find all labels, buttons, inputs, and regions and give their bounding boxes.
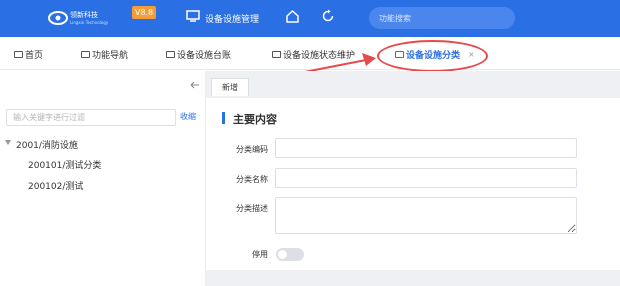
category-name-input[interactable] xyxy=(275,168,577,188)
collapse-button[interactable]: 收缩 xyxy=(180,111,196,122)
tab-equipment-ledger[interactable]: 设备设施台账 xyxy=(166,48,231,61)
section-marker xyxy=(222,112,225,124)
category-tree-panel: 收缩 2001/消防设施 200101/测试分类 200102/测试 xyxy=(0,71,206,286)
caret-down-icon[interactable] xyxy=(5,140,11,145)
function-search-input[interactable] xyxy=(369,7,515,29)
tab-new[interactable]: 新增 xyxy=(211,78,249,96)
name-label: 分类名称 xyxy=(236,175,268,184)
tab-home[interactable]: 首页 xyxy=(14,48,43,61)
home-icon[interactable] xyxy=(285,9,300,24)
disabled-toggle[interactable] xyxy=(276,248,304,261)
code-label: 分类编码 xyxy=(236,145,268,154)
category-desc-textarea[interactable] xyxy=(275,197,577,234)
logo-text: 领新科技 xyxy=(70,11,98,19)
form-panel: 新增 主要内容 分类编码 分类名称 分类描述 停用 xyxy=(206,71,620,286)
function-search xyxy=(369,7,515,29)
section-title: 主要内容 xyxy=(233,113,277,126)
category-code-input[interactable] xyxy=(275,138,577,158)
monitor-icon xyxy=(186,10,200,22)
disabled-label: 停用 xyxy=(252,250,268,259)
highlight-circle xyxy=(377,40,488,72)
refresh-icon[interactable] xyxy=(321,9,335,23)
logo-icon xyxy=(48,11,68,25)
tab-function-navigation[interactable]: 功能导航 xyxy=(81,48,128,61)
folder-icon xyxy=(166,51,175,58)
version-badge: V8.8 xyxy=(132,6,156,19)
tree-node-test[interactable]: 200102/测试 xyxy=(28,179,83,192)
desc-label: 分类描述 xyxy=(236,204,268,213)
top-bar: 领新科技 Lingxin Technology V8.8 设备设施管理 xyxy=(0,0,620,37)
folder-icon xyxy=(14,51,23,58)
tab-label: 首页 xyxy=(25,51,44,61)
toggle-knob xyxy=(278,250,287,259)
tree-filter-input[interactable] xyxy=(6,109,176,126)
tab-label: 设备设施台账 xyxy=(177,51,232,61)
system-menu-title[interactable]: 设备设施管理 xyxy=(205,12,259,25)
tree-node-test-category[interactable]: 200101/测试分类 xyxy=(28,158,101,171)
tab-label: 功能导航 xyxy=(92,51,129,61)
logo-subtext: Lingxin Technology xyxy=(70,20,109,25)
tree-node-fire-facilities[interactable]: 2001/消防设施 xyxy=(16,138,78,151)
folder-icon xyxy=(81,51,90,58)
arrow-left-icon[interactable] xyxy=(190,81,200,89)
form-card: 主要内容 分类编码 分类名称 分类描述 停用 xyxy=(206,98,620,270)
